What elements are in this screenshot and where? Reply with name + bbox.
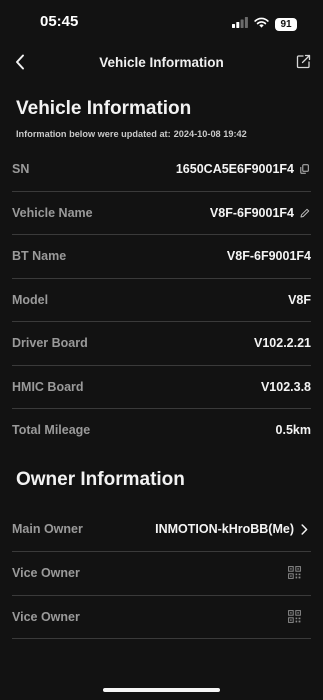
updated-label: Information below were updated at: xyxy=(16,129,171,139)
bt-name-value: V8F-6F9001F4 xyxy=(226,249,311,263)
qr-code-icon[interactable] xyxy=(288,609,301,623)
row-label: Driver Board xyxy=(12,336,88,350)
row-value: 1650CA5E6F9001F4 xyxy=(176,162,310,176)
total-mileage-value: 0.5km xyxy=(275,423,311,437)
row-sn: SN 1650CA5E6F9001F4 xyxy=(12,148,311,192)
row-label: Total Mileage xyxy=(12,423,91,437)
row-label: Main Owner xyxy=(12,522,83,536)
vehicle-info-heading: Vehicle Information xyxy=(16,98,192,119)
row-model: Model V8F xyxy=(12,279,311,322)
copy-icon[interactable] xyxy=(299,164,310,175)
row-label: HMIC Board xyxy=(12,379,84,394)
updated-timestamp: 2024-10-08 19:42 xyxy=(173,129,247,139)
updated-note: Information below were updated at: 2024-1… xyxy=(16,129,247,139)
row-value: INMOTION-kHroBB(Me) xyxy=(155,522,310,536)
row-driver-board: Driver Board V102.2.21 xyxy=(12,322,311,366)
row-label: Vice Owner xyxy=(12,609,80,624)
row-label: Vice Owner xyxy=(12,566,80,580)
chevron-right-icon xyxy=(299,523,310,535)
page-title: Vehicle Information xyxy=(99,55,224,70)
qr-code-icon[interactable] xyxy=(288,566,301,579)
row-vice-owner-1[interactable]: Vice Owner xyxy=(12,552,311,596)
row-bt-name: BT Name V8F-6F9001F4 xyxy=(12,235,311,279)
status-time: 05:45 xyxy=(40,13,79,30)
row-vehicle-name[interactable]: Vehicle Name V8F-6F9001F4 xyxy=(12,192,311,235)
nav-bar: Vehicle Information xyxy=(0,44,323,84)
row-main-owner[interactable]: Main Owner INMOTION-kHroBB(Me) xyxy=(12,508,311,552)
main-owner-value: INMOTION-kHroBB(Me) xyxy=(155,522,294,536)
row-hmic-board: HMIC Board V102.3.8 xyxy=(12,366,311,409)
owner-info-heading: Owner Information xyxy=(16,469,185,490)
driver-board-value: V102.2.21 xyxy=(254,336,311,350)
home-indicator[interactable] xyxy=(103,688,220,692)
row-label: Model xyxy=(12,292,49,307)
row-vice-owner-2[interactable]: Vice Owner xyxy=(12,596,311,639)
vehicle-name-value: V8F-6F9001F4 xyxy=(209,205,294,220)
row-total-mileage: Total Mileage 0.5km xyxy=(12,409,311,453)
pencil-icon[interactable] xyxy=(299,207,310,218)
row-label: Vehicle Name xyxy=(12,205,93,220)
row-label: SN xyxy=(12,162,30,176)
wifi-icon xyxy=(254,15,269,33)
row-label: BT Name xyxy=(12,249,67,263)
battery-indicator: 91 xyxy=(275,17,297,31)
model-value: V8F xyxy=(288,292,311,307)
share-button[interactable] xyxy=(291,52,315,76)
row-value: V8F-6F9001F4 xyxy=(210,206,310,220)
signal-icon xyxy=(232,15,248,33)
hmic-board-value: V102.3.8 xyxy=(260,379,311,394)
share-icon xyxy=(296,54,311,74)
status-bar: 05:45 91 xyxy=(0,0,323,44)
status-icons: 91 xyxy=(232,15,297,33)
sn-value: 1650CA5E6F9001F4 xyxy=(175,162,294,176)
